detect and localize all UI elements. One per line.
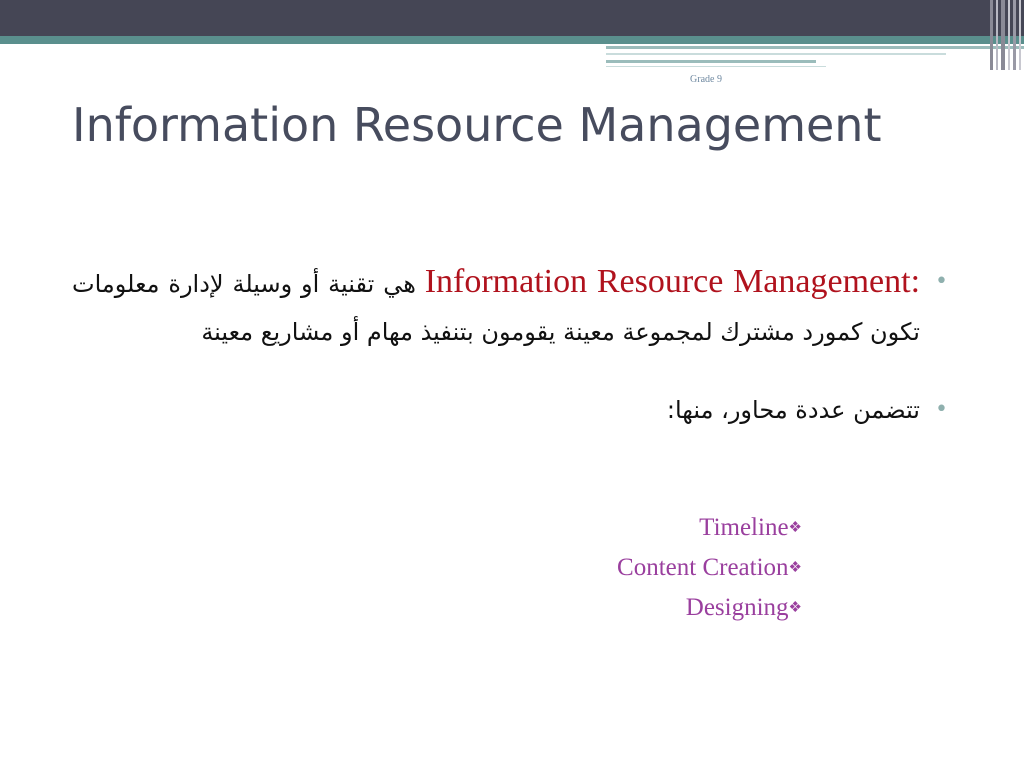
slide-body: • Information Resource Management: هي تق… [72, 258, 952, 434]
bullet-item: • Information Resource Management: هي تق… [72, 258, 952, 356]
header-band [0, 0, 1024, 36]
bullet-text: تتضمن عددة محاور، منها [674, 396, 920, 424]
subitem-label: Content Creation [617, 554, 789, 581]
bullet-colon: : [666, 396, 675, 424]
term-label: Information Resource Management: [424, 263, 921, 300]
sub-bullet-item: Content Creation❖ [617, 548, 802, 588]
grade-label: Grade 9 [690, 74, 722, 85]
bullet-dot-icon: • [935, 397, 948, 422]
decorative-vertical-stripes [990, 0, 1024, 70]
subitem-label: Designing [685, 594, 789, 621]
header-accent-band [0, 36, 1024, 44]
diamond-bullet-icon: ❖ [788, 600, 802, 616]
sub-bullet-item: Timeline❖ [617, 508, 802, 548]
slide-title: Information Resource Management [72, 98, 882, 152]
sub-bullet-list: Timeline❖ Content Creation❖ Designing❖ [617, 508, 802, 628]
bullet-dot-icon: • [935, 269, 948, 294]
diamond-bullet-icon: ❖ [788, 560, 802, 576]
sub-bullet-item: Designing❖ [617, 588, 802, 628]
bullet-item: • تتضمن عددة محاور، منها: [72, 386, 952, 434]
decorative-lines [606, 44, 1024, 70]
diamond-bullet-icon: ❖ [788, 520, 802, 536]
subitem-label: Timeline [699, 514, 789, 541]
